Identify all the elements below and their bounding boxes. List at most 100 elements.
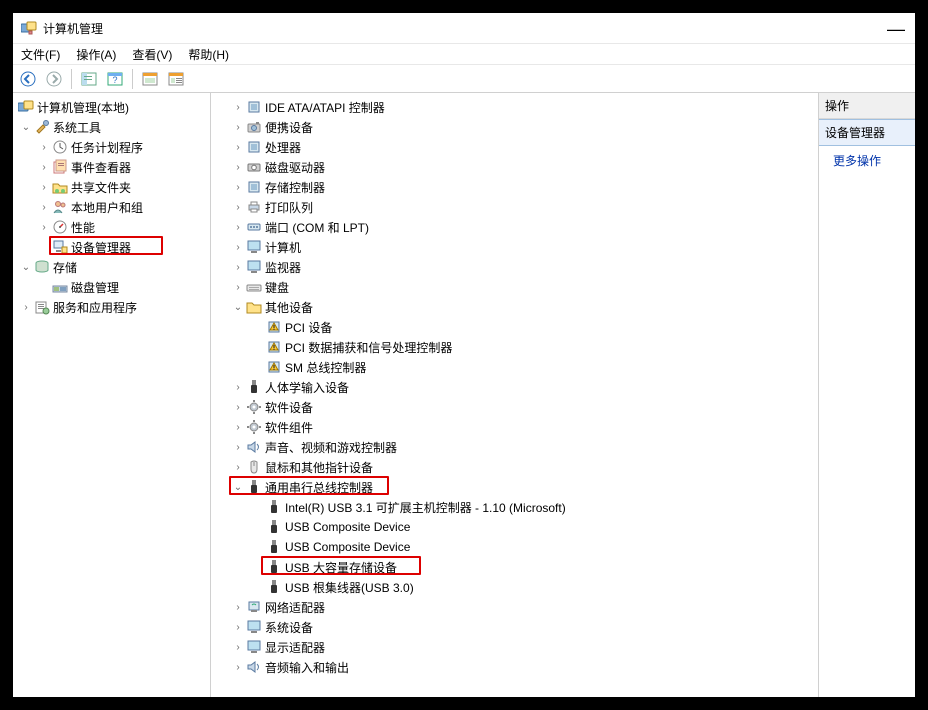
expand-icon[interactable]: › [231,222,245,233]
tree-root[interactable]: 计算机管理(本地) [15,97,208,117]
tree-performance[interactable]: › 性能 [15,217,208,237]
expand-icon[interactable]: › [37,202,51,213]
expand-icon[interactable]: › [231,122,245,133]
device-usb-comp2[interactable]: USB Composite Device [213,537,816,557]
device-other-pci[interactable]: PCI 设备 [213,317,816,337]
device-software-comp[interactable]: › 软件组件 [213,417,816,437]
gear-icon [246,419,262,435]
expand-icon[interactable]: › [231,382,245,393]
device-sound[interactable]: ›声音、视频和游戏控制器 [213,437,816,457]
tree-device-manager[interactable]: 设备管理器 [15,237,208,257]
tree-disk-mgmt[interactable]: 磁盘管理 [15,277,208,297]
expand-icon[interactable]: › [231,182,245,193]
expand-icon[interactable]: ⌄ [231,482,245,493]
device-network[interactable]: ›网络适配器 [213,597,816,617]
tree-services-apps[interactable]: › 服务和应用程序 [15,297,208,317]
shared-folder-icon [52,179,68,195]
expand-icon[interactable]: ⌄ [231,302,245,313]
device-display[interactable]: ›显示适配器 [213,637,816,657]
device-print-queue[interactable]: ›打印队列 [213,197,816,217]
expand-icon[interactable]: › [231,262,245,273]
device-monitors[interactable]: ›监视器 [213,257,816,277]
tree-local-users[interactable]: › 本地用户和组 [15,197,208,217]
menu-help[interactable]: 帮助(H) [188,46,229,63]
expand-icon[interactable]: ⌄ [19,122,33,133]
help-button[interactable]: ? [104,68,126,90]
device-usb-mass[interactable]: USB 大容量存储设备 [213,557,816,577]
net-icon [246,599,262,615]
tree-label: 系统工具 [53,119,101,136]
expand-icon[interactable]: ⌄ [19,262,33,273]
device-usb-roothub[interactable]: USB 根集线器(USB 3.0) [213,577,816,597]
device-usb-intel[interactable]: Intel(R) USB 3.1 可扩展主机控制器 - 1.10 (Micros… [213,497,816,517]
tree-storage[interactable]: ⌄ 存储 [15,257,208,277]
device-cpu[interactable]: ›处理器 [213,137,816,157]
expand-icon[interactable]: › [231,422,245,433]
disk-mgmt-icon [52,279,68,295]
more-actions-link[interactable]: 更多操作 [819,146,915,175]
expand-icon[interactable]: › [19,302,33,313]
tree-shared-folders[interactable]: › 共享文件夹 [15,177,208,197]
expand-icon[interactable]: › [231,162,245,173]
device-ide[interactable]: ›IDE ATA/ATAPI 控制器 [213,97,816,117]
device-system-dev[interactable]: › 系统设备 [213,617,816,637]
device-software-dev[interactable]: › 软件设备 [213,397,816,417]
device-ports[interactable]: ›端口 (COM 和 LPT) [213,217,816,237]
expand-icon[interactable]: › [231,462,245,473]
device-usb-ctrl[interactable]: ⌄通用串行总线控制器 [213,477,816,497]
view-large-button[interactable] [139,68,161,90]
tree-task-scheduler[interactable]: › 任务计划程序 [15,137,208,157]
device-keyboard[interactable]: ›键盘 [213,277,816,297]
tree-system-tools[interactable]: ⌄ 系统工具 [15,117,208,137]
device-computer[interactable]: ›计算机 [213,237,816,257]
menu-action[interactable]: 操作(A) [76,46,116,63]
expand-icon[interactable]: › [231,102,245,113]
device-other[interactable]: ⌄其他设备 [213,297,816,317]
device-label: 系统设备 [265,619,313,636]
expand-icon[interactable]: › [231,142,245,153]
device-diskdrive[interactable]: ›磁盘驱动器 [213,157,816,177]
tree-event-viewer[interactable]: › 事件查看器 [15,157,208,177]
tree-label: 服务和应用程序 [53,299,137,316]
device-tree-pane[interactable]: ›IDE ATA/ATAPI 控制器›便携设备›处理器›磁盘驱动器›存储控制器›… [211,93,819,697]
expand-icon[interactable]: › [231,202,245,213]
expand-icon[interactable]: › [37,162,51,173]
expand-icon[interactable]: › [231,402,245,413]
device-label: USB 大容量存储设备 [285,559,397,576]
device-usb-comp1[interactable]: USB Composite Device [213,517,816,537]
device-portable[interactable]: ›便携设备 [213,117,816,137]
device-storage-ctrl[interactable]: ›存储控制器 [213,177,816,197]
device-other-pcisig[interactable]: PCI 数据捕获和信号处理控制器 [213,337,816,357]
expand-icon[interactable]: › [37,182,51,193]
view-list-button[interactable] [165,68,187,90]
nav-back-button[interactable] [17,68,39,90]
expand-icon[interactable]: › [231,642,245,653]
device-audio-io[interactable]: ›音频输入和输出 [213,657,816,677]
tree-label: 本地用户和组 [71,199,143,216]
tree-label: 存储 [53,259,77,276]
minimize-button[interactable]: — [887,19,905,40]
speaker-icon [246,659,262,675]
device-hid[interactable]: ›人体学输入设备 [213,377,816,397]
expand-icon[interactable]: › [231,282,245,293]
show-hide-tree-button[interactable] [78,68,100,90]
left-tree-pane[interactable]: 计算机管理(本地) ⌄ 系统工具 › 任务计划程序 › 事件查看器 › 共享文件… [13,93,211,697]
device-label: 软件组件 [265,419,313,436]
monitor-icon [246,639,262,655]
expand-icon[interactable]: › [231,442,245,453]
expand-icon[interactable]: › [231,622,245,633]
expand-icon[interactable]: › [231,602,245,613]
device-label: 软件设备 [265,399,313,416]
device-other-sm[interactable]: SM 总线控制器 [213,357,816,377]
expand-icon[interactable]: › [37,142,51,153]
expand-icon[interactable]: › [231,662,245,673]
expand-icon[interactable]: › [37,222,51,233]
menu-file[interactable]: 文件(F) [21,46,60,63]
menu-view[interactable]: 查看(V) [132,46,172,63]
nav-forward-button[interactable] [43,68,65,90]
device-mouse[interactable]: ›鼠标和其他指针设备 [213,457,816,477]
expand-icon[interactable]: › [231,242,245,253]
warn-icon [266,339,282,355]
users-icon [52,199,68,215]
event-viewer-icon [52,159,68,175]
